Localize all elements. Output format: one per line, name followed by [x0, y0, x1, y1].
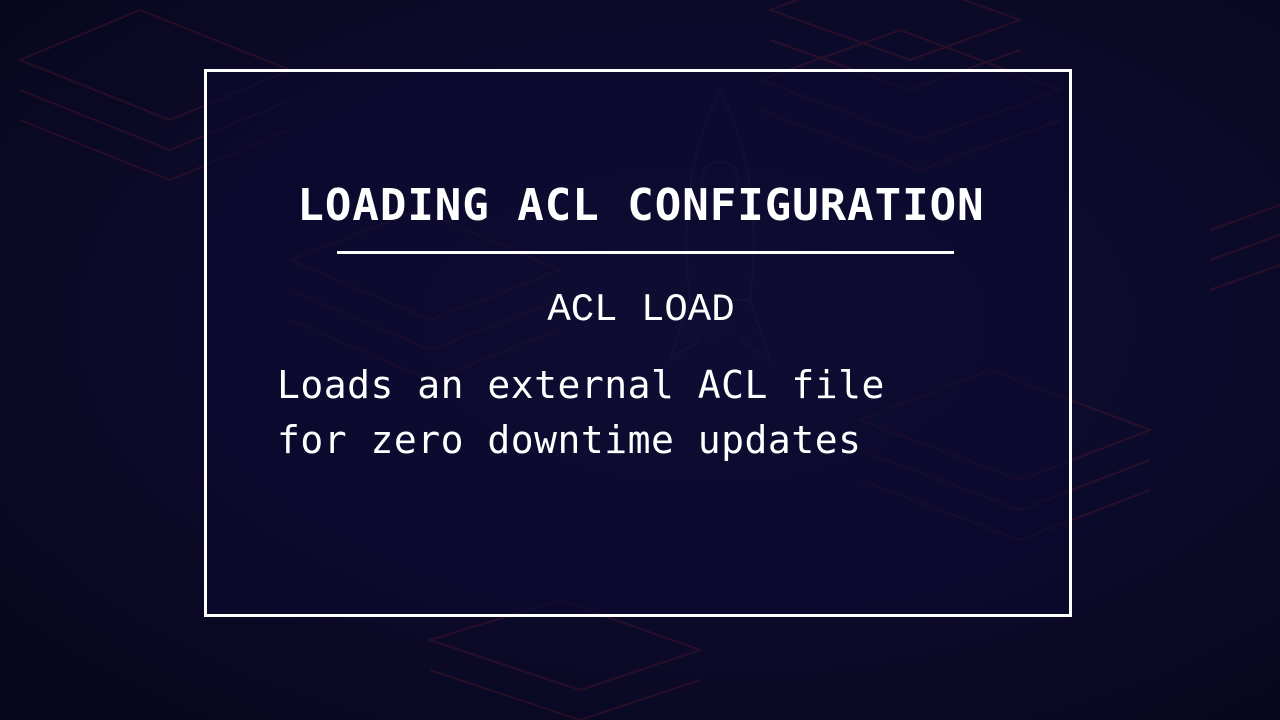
title-divider — [337, 251, 954, 254]
command-name: ACL LOAD — [547, 288, 735, 332]
slide-title: LOADING ACL CONFIGURATION — [297, 180, 985, 231]
command-description: Loads an external ACL file for zero down… — [277, 363, 885, 462]
slide-stage: LOADING ACL CONFIGURATION ACL LOAD Loads… — [0, 0, 1280, 720]
title-card-frame: LOADING ACL CONFIGURATION ACL LOAD Loads… — [204, 69, 1072, 617]
